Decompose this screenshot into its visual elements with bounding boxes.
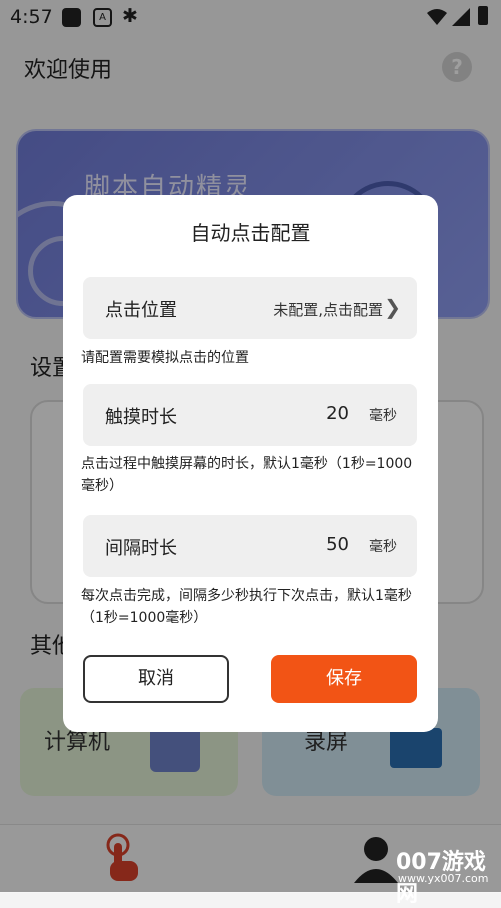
interval-label: 间隔时长 [105, 538, 177, 559]
interval-hint: 每次点击完成，间隔多少秒执行下次点击，默认1毫秒（1秒=1000毫秒） [81, 588, 412, 626]
touch-duration-value[interactable]: 20 [326, 403, 349, 424]
interval-unit: 毫秒 [369, 539, 397, 555]
watermark: 007游戏网 www.yx007.com [370, 838, 501, 907]
save-button[interactable]: 保存 [271, 655, 417, 703]
auto-click-config-dialog: 自动点击配置 点击位置 未配置,点击配置 ❯ 请配置需要模拟点击的位置 触摸时长… [63, 195, 438, 732]
cancel-button[interactable]: 取消 [83, 655, 229, 703]
touch-duration-hint: 点击过程中触摸屏幕的时长，默认1毫秒（1秒=1000毫秒） [81, 456, 413, 494]
click-position-row[interactable]: 点击位置 未配置,点击配置 ❯ [83, 277, 417, 339]
touch-duration-unit: 毫秒 [369, 408, 397, 424]
click-position-label: 点击位置 [105, 300, 177, 321]
click-position-hint: 请配置需要模拟点击的位置 [81, 350, 249, 366]
touch-duration-row[interactable]: 触摸时长 20 毫秒 [83, 384, 417, 446]
interval-value[interactable]: 50 [326, 534, 349, 555]
touch-duration-label: 触摸时长 [105, 407, 177, 428]
interval-row[interactable]: 间隔时长 50 毫秒 [83, 515, 417, 577]
dialog-title: 自动点击配置 [190, 221, 311, 245]
watermark-sub: www.yx007.com [398, 872, 489, 885]
click-position-value: 未配置,点击配置 [273, 301, 383, 319]
chevron-right-icon: ❯ [384, 295, 401, 319]
